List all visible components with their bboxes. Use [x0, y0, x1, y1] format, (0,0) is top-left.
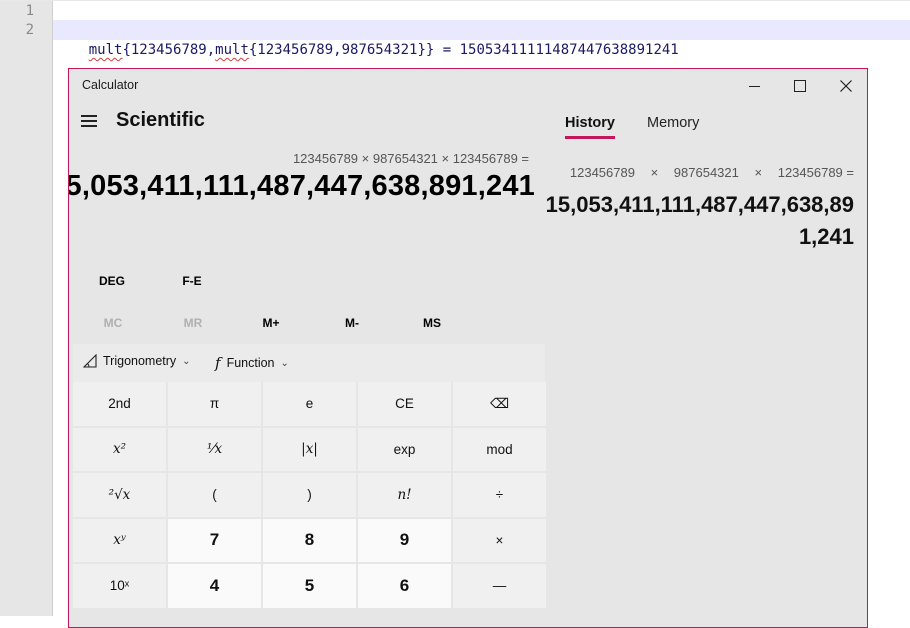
result-display: 15,053,411,111,487,447,638,891,241: [68, 170, 535, 202]
keypad: 2nd π e CE ⌫ x² ¹⁄x |x| exp mod ²√x ( ) …: [73, 382, 547, 608]
code-line-2[interactable]: mult{123456789,mult{123456789,987654321}…: [53, 20, 910, 58]
line-number-2: 2: [25, 22, 34, 38]
history-operand: 987654321: [673, 165, 739, 180]
digit-7-key[interactable]: 7: [168, 518, 261, 562]
absolute-value-key[interactable]: |x|: [263, 427, 356, 471]
trigonometry-label: Trigonometry: [103, 354, 177, 368]
close-button[interactable]: [823, 69, 867, 103]
square-key[interactable]: x²: [73, 427, 166, 471]
close-icon: [840, 80, 852, 92]
multiply-key[interactable]: ×: [453, 518, 546, 562]
line-number-1: 1: [25, 3, 34, 19]
hamburger-menu-icon[interactable]: [81, 115, 98, 129]
function-bar: Trigonometry ⌄ f Function ⌄: [73, 344, 545, 382]
pi-key[interactable]: π: [168, 382, 261, 426]
trigonometry-dropdown[interactable]: Trigonometry ⌄: [83, 354, 191, 368]
second-function-key[interactable]: 2nd: [73, 382, 166, 426]
mod-key[interactable]: mod: [453, 427, 546, 471]
memory-clear-button[interactable]: MC: [93, 311, 133, 335]
angle-unit-button[interactable]: DEG: [93, 269, 131, 293]
line-number-gutter: 1 2: [0, 1, 53, 616]
memory-subtract-button[interactable]: M-: [332, 311, 372, 335]
expression-display: 123456789 × 987654321 × 123456789 =: [292, 151, 529, 166]
digit-6-key[interactable]: 6: [358, 564, 451, 608]
history-operator: ×: [754, 165, 763, 180]
triangle-ruler-icon: [83, 354, 97, 368]
memory-add-button[interactable]: M+: [251, 311, 291, 335]
digit-5-key[interactable]: 5: [263, 564, 356, 608]
function-label: Function: [226, 356, 275, 370]
spellcheck-word: mult: [88, 42, 123, 58]
code-fragment: {123456789,987654321}} = 150534111114874…: [248, 42, 679, 58]
calculator-window[interactable]: Calculator Scientific 123456789 × 987654…: [68, 68, 868, 628]
memory-recall-button[interactable]: MR: [173, 311, 213, 335]
close-paren-key[interactable]: ): [263, 473, 356, 517]
history-operand: 123456789: [569, 165, 635, 180]
history-operator: ×: [650, 165, 659, 180]
chevron-down-icon: ⌄: [280, 357, 289, 369]
ten-power-key[interactable]: 10ˣ: [73, 564, 166, 608]
exp-key[interactable]: exp: [358, 427, 451, 471]
divide-key[interactable]: ÷: [453, 473, 546, 517]
power-key[interactable]: xʸ: [73, 518, 166, 562]
minimize-button[interactable]: [731, 69, 777, 103]
chevron-down-icon: ⌄: [182, 355, 191, 367]
subtract-key[interactable]: —: [453, 564, 546, 608]
memory-store-button[interactable]: MS: [412, 311, 452, 335]
window-title: Calculator: [82, 78, 139, 92]
tab-memory[interactable]: Memory: [647, 115, 699, 131]
history-expression[interactable]: 123456789 × 987654321 × 123456789 =: [570, 165, 854, 180]
digit-4-key[interactable]: 4: [168, 564, 261, 608]
clear-entry-key[interactable]: CE: [358, 382, 451, 426]
history-operand: 123456789 =: [777, 165, 854, 180]
code-line-2-text: mult{123456789,mult{123456789,987654321}…: [87, 42, 679, 58]
function-dropdown[interactable]: f Function ⌄: [215, 354, 289, 372]
history-result[interactable]: 15,053,411,111,487,447,638,891,241: [544, 189, 854, 253]
maximize-icon: [794, 80, 806, 92]
code-fragment: {123456789,: [122, 42, 216, 58]
square-root-key[interactable]: ²√x: [73, 473, 166, 517]
fe-button[interactable]: F-E: [173, 269, 211, 293]
open-paren-key[interactable]: (: [168, 473, 261, 517]
mode-title: Scientific: [116, 109, 205, 131]
minimize-icon: [748, 85, 760, 87]
tab-history[interactable]: History: [565, 115, 615, 131]
active-tab-indicator: [565, 136, 615, 139]
function-icon: f: [215, 354, 221, 372]
euler-key[interactable]: e: [263, 382, 356, 426]
factorial-key[interactable]: n!: [358, 473, 451, 517]
title-bar[interactable]: Calculator: [69, 69, 867, 103]
code-line-1[interactable]: [53, 1, 910, 21]
spellcheck-word: mult: [215, 42, 249, 58]
digit-8-key[interactable]: 8: [263, 518, 356, 562]
reciprocal-key[interactable]: ¹⁄x: [168, 427, 261, 471]
maximize-button[interactable]: [777, 69, 823, 103]
backspace-key[interactable]: ⌫: [453, 382, 546, 426]
digit-9-key[interactable]: 9: [358, 518, 451, 562]
